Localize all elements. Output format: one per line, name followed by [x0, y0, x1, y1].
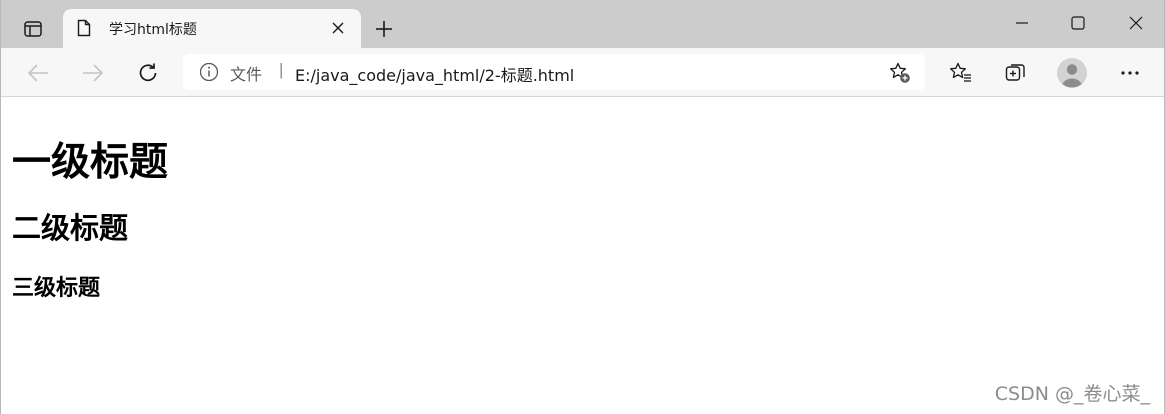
maximize-icon: [1071, 16, 1085, 30]
heading-level-2: 二级标题: [12, 211, 129, 245]
address-bar[interactable]: 文件 | E:/java_code/java_html/2-标题.html: [183, 54, 925, 90]
more-options-button[interactable]: [1114, 57, 1146, 89]
profile-button[interactable]: [1057, 58, 1087, 88]
favorites-list-icon: [949, 62, 971, 82]
plus-icon: [376, 21, 392, 37]
maximize-button[interactable]: [1060, 8, 1096, 38]
favorites-button[interactable]: [945, 57, 977, 89]
refresh-button[interactable]: [132, 57, 164, 89]
browser-window: 学习html标题 文件 | E:/java_code/java_html/2-标…: [0, 0, 1165, 414]
csdn-watermark: CSDN @_卷心菜_: [994, 383, 1150, 405]
heading-level-3: 三级标题: [12, 276, 101, 301]
forward-arrow-icon: [83, 64, 104, 82]
close-icon: [332, 22, 344, 34]
refresh-icon: [139, 63, 157, 82]
new-tab-button[interactable]: [369, 14, 399, 44]
browser-toolbar: 文件 | E:/java_code/java_html/2-标题.html: [1, 48, 1164, 97]
page-content: 一级标题 二级标题 三级标题 CSDN @_卷心菜_: [1, 97, 1164, 414]
close-window-button[interactable]: [1118, 8, 1154, 38]
heading-level-1: 一级标题: [12, 140, 169, 185]
tab-title: 学习html标题: [109, 22, 197, 38]
tab-actions-button[interactable]: [13, 13, 53, 45]
back-button[interactable]: [22, 57, 54, 89]
close-icon: [1129, 16, 1143, 30]
forward-button[interactable]: [77, 57, 109, 89]
star-add-icon: [889, 62, 910, 83]
tab-strip: 学习html标题: [1, 0, 1164, 48]
minimize-button[interactable]: [1004, 8, 1040, 38]
back-arrow-icon: [27, 64, 48, 82]
profile-avatar-icon: [1057, 58, 1087, 88]
close-tab-button[interactable]: [329, 19, 347, 37]
info-icon[interactable]: [199, 62, 219, 87]
document-icon: [77, 19, 91, 42]
ellipsis-icon: [1121, 71, 1139, 75]
collections-icon: [1005, 64, 1025, 81]
url-text[interactable]: E:/java_code/java_html/2-标题.html: [295, 62, 574, 86]
collections-button[interactable]: [1000, 57, 1032, 89]
add-favorite-button[interactable]: [889, 62, 911, 89]
site-info-label[interactable]: 文件: [230, 61, 262, 85]
address-separator: |: [279, 60, 284, 79]
tab-actions-icon: [24, 21, 42, 37]
minimize-icon: [1016, 22, 1028, 24]
active-tab[interactable]: 学习html标题: [63, 9, 361, 48]
